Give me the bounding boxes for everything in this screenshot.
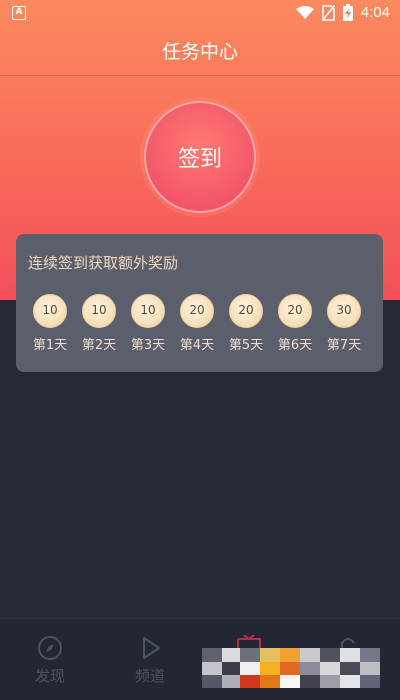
- status-bar: A 4:04: [0, 0, 400, 28]
- day-label: 第4天: [179, 338, 215, 353]
- reward-coin: 20: [180, 294, 214, 328]
- day-label: 第2天: [81, 338, 117, 353]
- day-label: 第3天: [130, 338, 166, 353]
- reward-day-7: 30 第7天: [322, 294, 366, 353]
- day-label: 第7天: [326, 338, 362, 353]
- no-sim-icon: [321, 4, 335, 21]
- compass-icon: [38, 636, 62, 660]
- page-title: 任务中心: [0, 28, 400, 76]
- signin-button-label: 签到: [177, 147, 222, 172]
- nav-label: 频道: [134, 667, 165, 685]
- battery-charging-icon: [342, 4, 353, 21]
- day-label: 第6天: [277, 338, 313, 353]
- day-label: 第5天: [228, 338, 264, 353]
- day-label: 第1天: [32, 338, 68, 353]
- bonus-card: 连续签到获取额外奖励 10 第1天 10 第2天 10 第3天 20 第4天 2…: [16, 234, 383, 372]
- app-notification-icon: A: [12, 6, 26, 20]
- reward-day-1: 10 第1天: [28, 294, 72, 353]
- nav-item-channel[interactable]: 频道: [120, 635, 180, 686]
- reward-day-5: 20 第5天: [224, 294, 268, 353]
- tv-icon: [237, 635, 261, 649]
- reward-coin: 30: [327, 294, 361, 328]
- reward-day-4: 20 第4天: [175, 294, 219, 353]
- reward-coin: 10: [82, 294, 116, 328]
- signin-button[interactable]: 签到: [144, 101, 256, 213]
- reward-day-6: 20 第6天: [273, 294, 317, 353]
- reward-coin: 10: [33, 294, 67, 328]
- nav-item-discover[interactable]: 发现: [20, 635, 80, 686]
- bonus-card-title: 连续签到获取额外奖励: [28, 254, 179, 272]
- status-time: 4:04: [360, 4, 390, 21]
- nav-label: 发现: [34, 667, 65, 685]
- reward-coin: 20: [229, 294, 263, 328]
- wifi-icon: [295, 5, 314, 19]
- pixelated-overlay: [202, 648, 380, 688]
- reward-day-2: 10 第2天: [77, 294, 121, 353]
- reward-coin: 20: [278, 294, 312, 328]
- play-icon: [143, 637, 160, 659]
- reward-days: 10 第1天 10 第2天 10 第3天 20 第4天 20 第5天 20 第6…: [28, 294, 372, 356]
- reward-day-3: 10 第3天: [126, 294, 170, 353]
- reward-coin: 10: [131, 294, 165, 328]
